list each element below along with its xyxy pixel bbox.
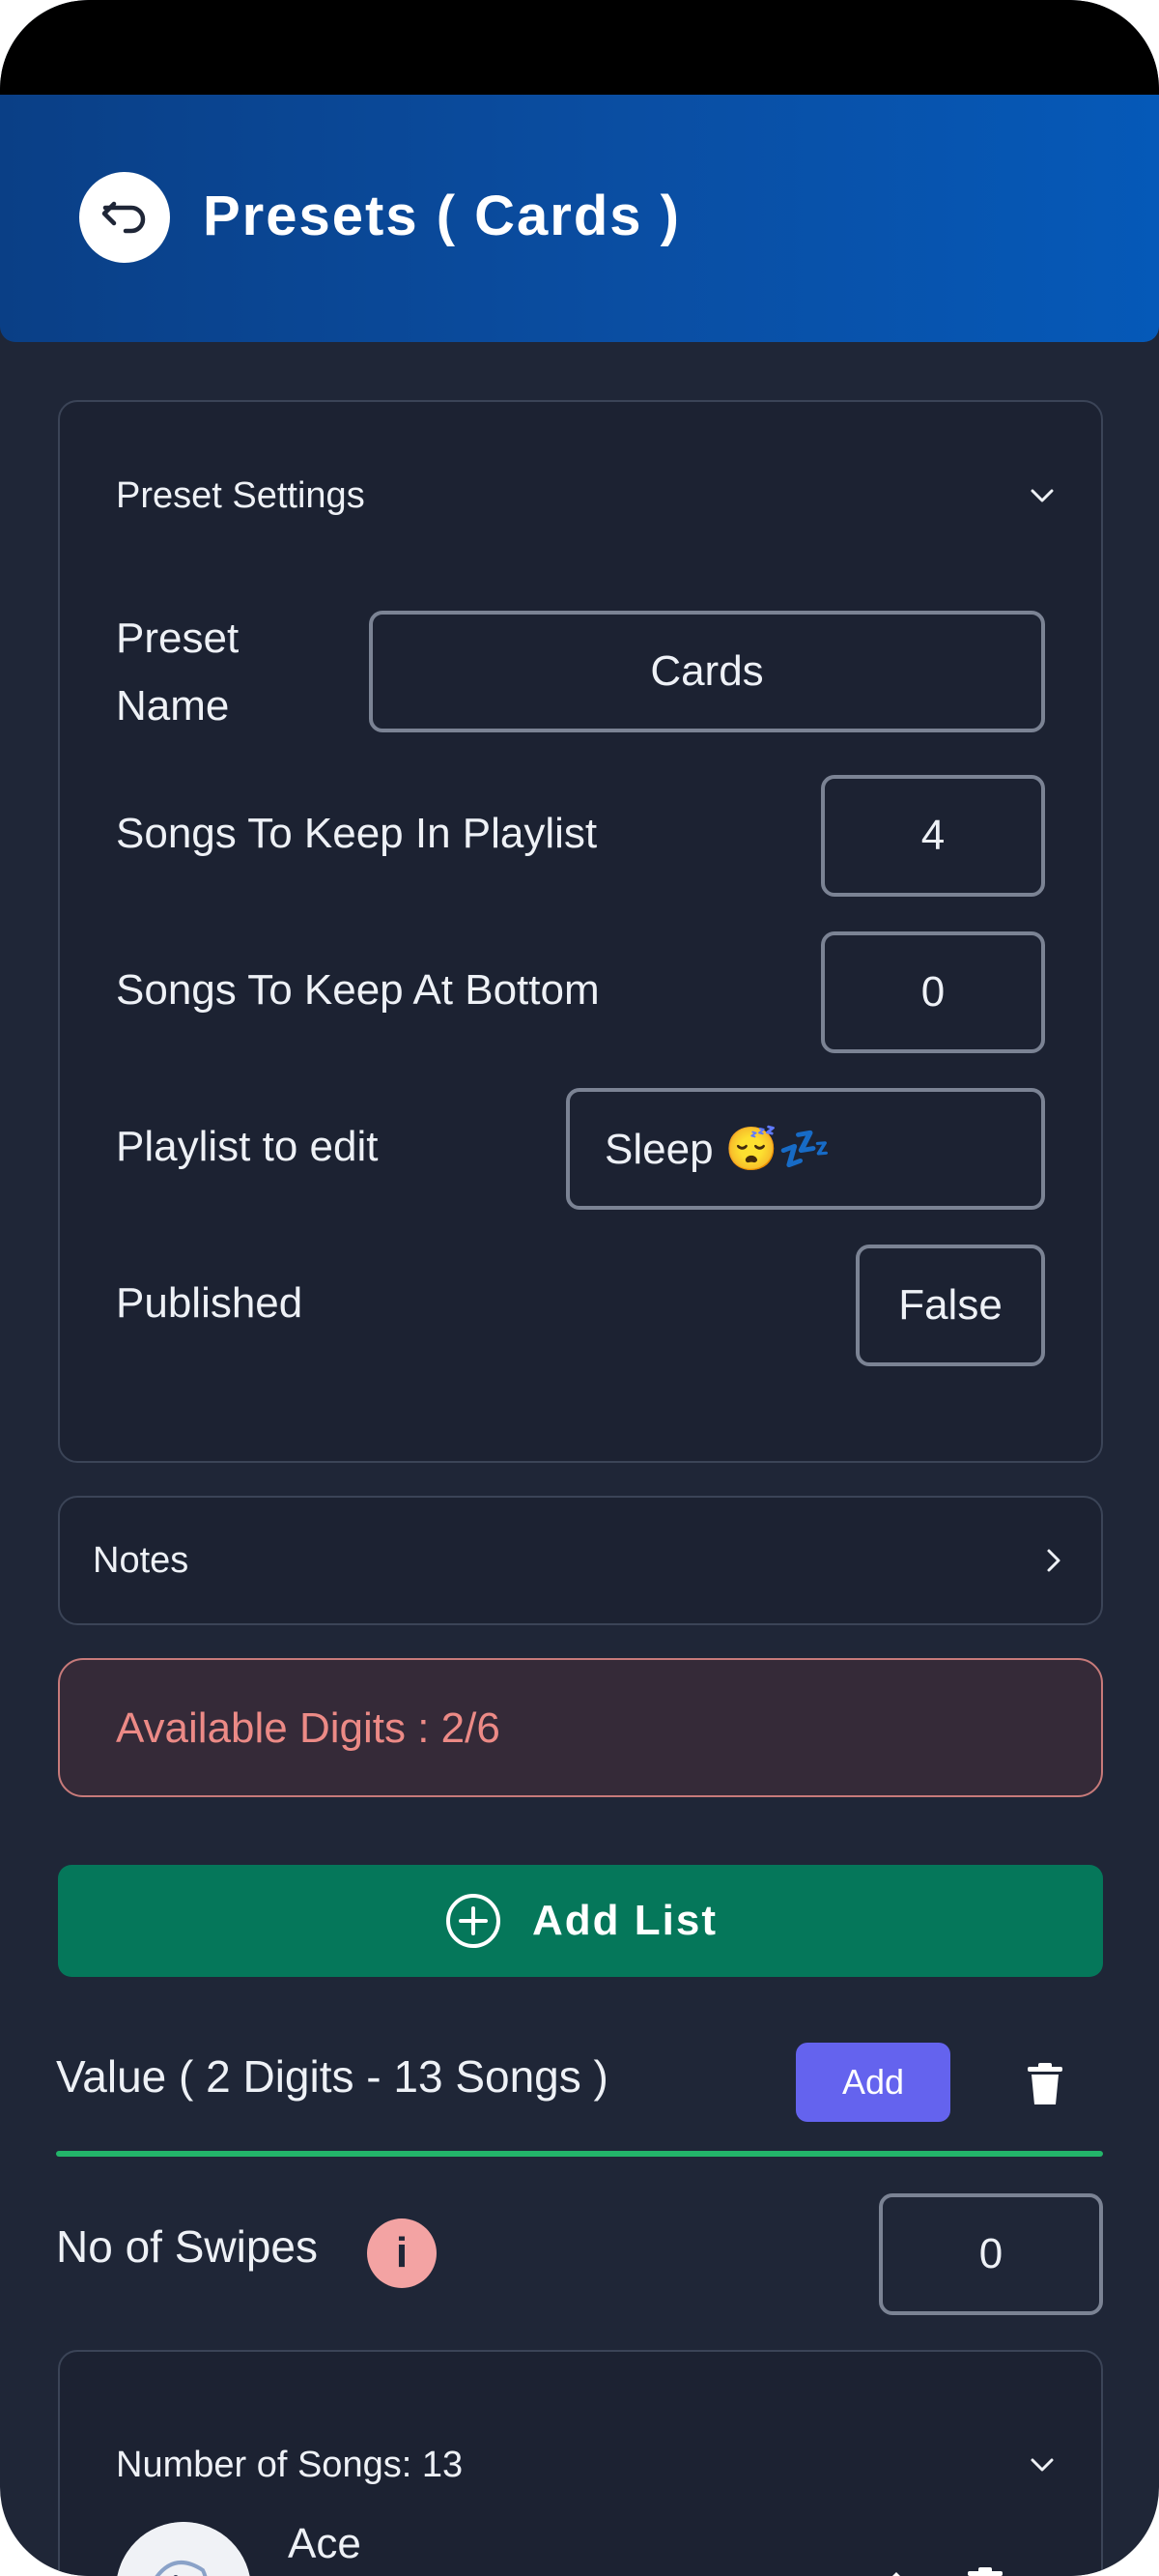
add-list-label: Add List bbox=[532, 1897, 718, 1944]
chevron-right-icon bbox=[1047, 1549, 1060, 1572]
trash-icon[interactable] bbox=[966, 2566, 1004, 2576]
songs-panel: Number of Songs: 13 Ace bbox=[58, 2350, 1103, 2576]
playlist-select[interactable]: Sleep 😴💤 bbox=[566, 1088, 1045, 1210]
preset-name-label: Preset Name bbox=[116, 615, 240, 730]
trash-icon[interactable] bbox=[1026, 2062, 1064, 2106]
songs-keep-bottom-label: Songs To Keep At Bottom bbox=[116, 966, 600, 1014]
back-arrow-icon bbox=[101, 201, 146, 234]
playlist-label: Playlist to edit bbox=[116, 1123, 379, 1170]
song-title: Ace bbox=[288, 2520, 361, 2567]
published-toggle[interactable]: False bbox=[856, 1245, 1045, 1366]
value-section-label: Value ( 2 Digits - 13 Songs ) bbox=[56, 2051, 608, 2102]
add-list-button[interactable]: Add List bbox=[58, 1865, 1103, 1977]
songs-keep-playlist-label: Songs To Keep In Playlist bbox=[116, 810, 598, 857]
add-button[interactable]: Add bbox=[796, 2043, 950, 2122]
published-label: Published bbox=[116, 1279, 303, 1327]
info-icon[interactable]: i bbox=[367, 2218, 437, 2288]
edit-icon[interactable] bbox=[865, 2562, 912, 2576]
header-bar: Presets ( Cards ) bbox=[0, 95, 1159, 342]
page-title: Presets ( Cards ) bbox=[203, 185, 681, 247]
songs-keep-playlist-field[interactable]: 4 bbox=[821, 775, 1045, 897]
available-digits-banner: Available Digits : 2/6 bbox=[58, 1658, 1103, 1797]
chevron-down-icon[interactable] bbox=[1026, 479, 1059, 512]
section-divider bbox=[56, 2151, 1103, 2157]
songs-keep-bottom-field[interactable]: 0 bbox=[821, 931, 1045, 1053]
available-digits-text: Available Digits : 2/6 bbox=[116, 1704, 500, 1752]
preset-settings-heading: Preset Settings bbox=[116, 475, 365, 516]
notes-label: Notes bbox=[93, 1540, 189, 1581]
status-bar bbox=[0, 0, 1159, 95]
notes-accordion[interactable]: Notes bbox=[58, 1496, 1103, 1625]
preset-settings-panel: Preset Settings Preset Name Cards Songs … bbox=[58, 400, 1103, 1463]
plus-circle-icon bbox=[446, 1894, 500, 1948]
songs-count-heading: Number of Songs: 13 bbox=[116, 2445, 464, 2485]
song-artwork bbox=[116, 2522, 251, 2576]
chevron-down-icon[interactable] bbox=[1026, 2448, 1059, 2481]
back-button[interactable] bbox=[79, 172, 170, 263]
swipes-field[interactable]: 0 bbox=[879, 2193, 1103, 2315]
swipes-label: No of Swipes bbox=[56, 2221, 319, 2272]
preset-name-field[interactable]: Cards bbox=[369, 611, 1045, 732]
app-screen: Presets ( Cards ) Preset Settings Preset… bbox=[0, 0, 1159, 2576]
